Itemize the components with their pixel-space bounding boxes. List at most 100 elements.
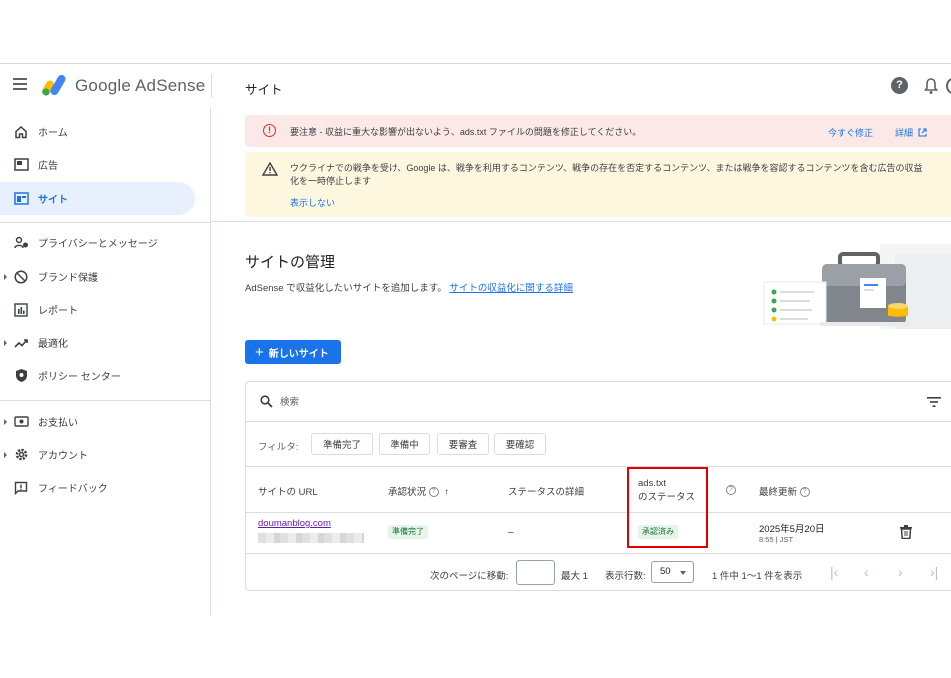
notification-bell-icon[interactable] — [923, 77, 939, 95]
status-detail-value: – — [508, 527, 514, 538]
ukraine-warning-banner: ウクライナでの戦争を受け、Google は、戦争を利用するコンテンツ、戦争の存在… — [245, 152, 951, 217]
last-page-icon[interactable]: ›| — [930, 565, 944, 579]
privacy-icon — [13, 235, 29, 251]
page-subtitle: AdSense で収益化したいサイトを追加します。 サイトの収益化に関する詳細 — [245, 280, 573, 294]
sidebar-item-home[interactable]: ホーム — [0, 115, 195, 148]
ads-txt-error-banner: ! 要注意 - 収益に重大な影響が出ないよう、ads.txt ファイルの問題を修… — [245, 115, 951, 147]
sidebar-item-label: お支払い — [38, 418, 78, 429]
help-icon[interactable]: ? — [428, 487, 439, 498]
table-header-row: サイトの URL 承認状況 ? ↑ ステータスの詳細 ads.txt のステータ… — [246, 467, 951, 513]
filter-chips-row: フィルタ: 準備完了 準備中 要審査 要確認 — [246, 423, 951, 467]
first-page-icon[interactable]: |‹ — [830, 565, 844, 579]
expand-caret-icon — [4, 273, 7, 280]
filter-list-icon[interactable] — [927, 397, 941, 407]
trend-icon — [13, 335, 29, 351]
adsense-logo-icon — [42, 74, 66, 96]
sidebar-item-feedback[interactable]: フィードバック — [0, 471, 195, 504]
monetization-info-link[interactable]: サイトの収益化に関する詳細 — [449, 283, 573, 294]
next-page-icon[interactable]: › — [898, 565, 912, 579]
delete-trash-icon[interactable] — [900, 525, 912, 539]
previous-page-icon[interactable]: ‹ — [864, 565, 878, 579]
rows-per-page-label: 表示行数: — [605, 571, 646, 582]
subtitle-text: AdSense で収益化したいサイトを追加します。 — [245, 283, 447, 294]
sidebar-item-label: アカウント — [38, 451, 88, 462]
sidebar-item-sites[interactable]: サイト — [0, 182, 195, 215]
approval-status-badge: 準備完了 — [388, 525, 428, 539]
sidebar-item-label: フィードバック — [38, 484, 108, 495]
block-icon — [13, 269, 29, 285]
col-header-updated[interactable]: 最終更新 ? — [759, 484, 810, 498]
sidebar-item-label: ブランド保護 — [38, 273, 98, 284]
search-input[interactable] — [280, 393, 880, 411]
sidebar-item-label: サイト — [38, 195, 68, 206]
error-banner-text: 要注意 - 収益に重大な影響が出ないよう、ads.txt ファイルの問題を修正し… — [290, 127, 642, 137]
site-url-link[interactable]: doumanblog.com — [258, 518, 331, 529]
filter-chip-preparing[interactable]: 準備中 — [379, 433, 430, 455]
help-icon[interactable]: ? — [891, 77, 908, 94]
sites-icon — [13, 191, 29, 207]
help-icon[interactable]: ? — [799, 487, 810, 498]
col-header-status-detail[interactable]: ステータスの詳細 — [508, 484, 584, 498]
sidebar-item-label: ホーム — [38, 128, 68, 139]
search-bar — [246, 382, 951, 422]
sidebar-nav: ホーム 広告 サイト プライバシーとメッセージ ブランド保護 レポート 最適化 … — [0, 108, 211, 615]
filter-chip-needs-review[interactable]: 要審査 — [437, 433, 489, 455]
new-site-button[interactable]: + 新しいサイト — [245, 340, 341, 364]
dismiss-link[interactable]: 表示しない — [290, 196, 335, 209]
search-icon — [260, 395, 273, 408]
home-icon — [13, 124, 29, 140]
col-header-approval-label: 承認状況 — [388, 487, 427, 498]
help-icon[interactable]: ? — [726, 485, 736, 495]
col-header-url[interactable]: サイトの URL — [258, 484, 318, 498]
sidebar-item-privacy[interactable]: プライバシーとメッセージ — [0, 226, 195, 259]
goto-page-input[interactable] — [516, 560, 555, 585]
blurred-redaction — [258, 533, 364, 543]
main-menu-button[interactable] — [13, 78, 29, 92]
sidebar-divider — [0, 222, 211, 223]
report-icon — [13, 302, 29, 318]
page-title: サイトの管理 — [245, 254, 336, 271]
updated-time: 8:55 | JST — [759, 535, 794, 544]
expand-caret-icon — [4, 418, 7, 425]
table-pagination: 次のページに移動: 最大 1 表示行数: 50 1 件中 1〜1 件を表示 |‹… — [246, 554, 951, 592]
sites-table-card: フィルタ: 準備完了 準備中 要審査 要確認 サイトの URL 承認状況 ? ↑… — [245, 381, 951, 591]
rows-per-page-value: 50 — [660, 566, 671, 577]
goto-page-label: 次のページに移動: — [430, 571, 509, 582]
ads-icon — [13, 157, 29, 173]
sort-arrow-up-icon: ↑ — [444, 487, 450, 498]
filter-chip-needs-check[interactable]: 要確認 — [494, 433, 546, 455]
rows-per-page-select[interactable]: 50 — [651, 561, 694, 583]
page-title-header: サイト — [245, 83, 283, 97]
expand-caret-icon — [4, 339, 7, 346]
max-page-label: 最大 1 — [561, 571, 588, 582]
filter-chip-ready[interactable]: 準備完了 — [311, 433, 373, 455]
expand-caret-icon — [4, 451, 7, 458]
sidebar-item-brand-safety[interactable]: ブランド保護 — [0, 260, 195, 293]
warning-icon — [262, 162, 278, 176]
sidebar-item-label: レポート — [38, 306, 78, 317]
sidebar-item-reports[interactable]: レポート — [0, 293, 195, 326]
page-range-label: 1 件中 1〜1 件を表示 — [712, 571, 803, 582]
dropdown-arrow-icon — [680, 571, 686, 575]
brand-name: Google AdSense — [75, 76, 206, 95]
warning-banner-text: ウクライナでの戦争を受け、Google は、戦争を利用するコンテンツ、戦争の存在… — [290, 163, 923, 186]
policy-icon — [13, 368, 29, 384]
sidebar-divider — [0, 400, 211, 401]
new-site-button-label: 新しいサイト — [268, 348, 329, 360]
filter-label: フィルタ: — [258, 442, 299, 453]
sidebar-item-optimization[interactable]: 最適化 — [0, 326, 195, 359]
table-row: doumanblog.com 準備完了 – 承認済み 2025年5月20日 8:… — [246, 513, 951, 554]
gear-icon — [13, 447, 29, 463]
highlight-box-ads-txt — [627, 467, 708, 548]
account-avatar-icon[interactable] — [946, 78, 951, 94]
content-divider — [211, 221, 951, 222]
sidebar-item-payments[interactable]: お支払い — [0, 405, 195, 438]
details-link[interactable]: 詳細 — [895, 126, 927, 139]
col-header-approval[interactable]: 承認状況 ? ↑ — [388, 484, 449, 498]
updated-date: 2025年5月20日 — [759, 524, 825, 535]
open-in-new-icon — [917, 128, 927, 137]
sidebar-item-ads[interactable]: 広告 — [0, 148, 195, 181]
fix-now-link[interactable]: 今すぐ修正 — [828, 126, 873, 139]
sidebar-item-policy-center[interactable]: ポリシー センター — [0, 359, 195, 392]
sidebar-item-account[interactable]: アカウント — [0, 438, 195, 471]
